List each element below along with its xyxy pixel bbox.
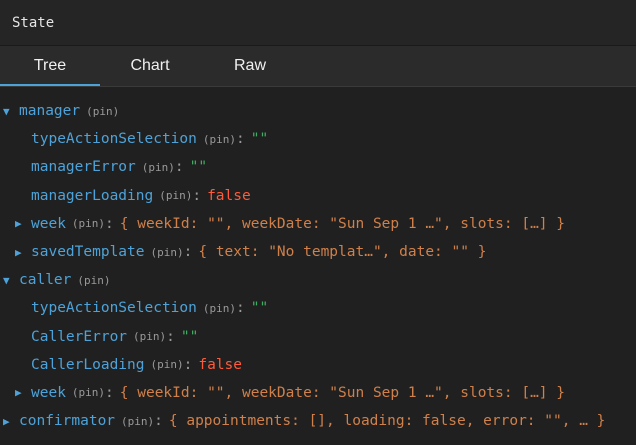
node-key: week xyxy=(31,215,66,232)
pin-button[interactable]: (pin) xyxy=(203,133,236,146)
node-value: "" xyxy=(250,300,269,317)
tree-node-managerError: managerError (pin): "" xyxy=(31,159,208,176)
pin-button[interactable]: (pin) xyxy=(86,105,119,118)
tree-node-managerLoading: managerLoading (pin): false xyxy=(31,187,251,204)
tree-node-CallerError: CallerError (pin): "" xyxy=(31,328,199,345)
pin-button[interactable]: (pin) xyxy=(142,161,175,174)
tree-node-caller[interactable]: ▼ caller (pin) xyxy=(0,266,636,294)
tree-node-savedTemplate[interactable]: ▶ savedTemplate (pin): { text: "No templ… xyxy=(0,238,636,266)
tree-node-caller-week[interactable]: ▶ week (pin): { weekId: "", weekDate: "S… xyxy=(0,379,636,407)
node-key: CallerError xyxy=(31,328,128,345)
pin-button[interactable]: (pin) xyxy=(72,386,105,399)
node-key: managerLoading xyxy=(31,187,154,204)
pin-button[interactable]: (pin) xyxy=(72,217,105,230)
node-key: confirmator xyxy=(19,413,116,430)
node-key: week xyxy=(31,384,66,401)
pin-button[interactable]: (pin) xyxy=(203,302,236,315)
node-key: savedTemplate xyxy=(31,244,145,261)
pin-button[interactable]: (pin) xyxy=(151,246,184,259)
node-key: CallerLoading xyxy=(31,356,145,373)
node-value: { weekId: "", weekDate: "Sun Sep 1 …", s… xyxy=(119,384,565,401)
pin-button[interactable]: (pin) xyxy=(77,274,110,287)
collapsed-arrow-icon[interactable]: ▶ xyxy=(15,386,31,399)
tree-node-confirmator[interactable]: ▶ confirmator (pin): { appointments: [],… xyxy=(0,407,636,435)
pin-button[interactable]: (pin) xyxy=(151,358,184,371)
collapsed-arrow-icon[interactable]: ▶ xyxy=(15,217,31,230)
pin-button[interactable]: (pin) xyxy=(159,189,192,202)
tab-bar: Tree Chart Raw xyxy=(0,46,636,87)
pin-button[interactable]: (pin) xyxy=(121,415,154,428)
expanded-arrow-icon[interactable]: ▼ xyxy=(3,105,19,118)
node-key: manager xyxy=(19,103,81,120)
tab-tree[interactable]: Tree xyxy=(0,46,100,86)
node-value: { appointments: [], loading: false, erro… xyxy=(168,413,606,430)
header-title: State xyxy=(12,14,55,31)
collapsed-arrow-icon[interactable]: ▶ xyxy=(3,415,19,428)
tree-node-manager[interactable]: ▼ manager (pin) xyxy=(0,97,636,125)
pin-button[interactable]: (pin) xyxy=(133,330,166,343)
node-key: typeActionSelection xyxy=(31,300,197,317)
node-value: "" xyxy=(180,328,199,345)
tree-node-manager-week[interactable]: ▶ week (pin): { weekId: "", weekDate: "S… xyxy=(0,210,636,238)
node-key: typeActionSelection xyxy=(31,131,197,148)
tree-node-caller-typeActionSelection: typeActionSelection (pin): "" xyxy=(31,300,269,317)
node-value: "" xyxy=(250,131,269,148)
node-value: false xyxy=(207,187,251,204)
tab-chart[interactable]: Chart xyxy=(100,46,200,86)
node-value: { text: "No templat…", date: "" } xyxy=(198,244,487,261)
collapsed-arrow-icon[interactable]: ▶ xyxy=(15,246,31,259)
state-header: State xyxy=(0,0,636,46)
node-value: { weekId: "", weekDate: "Sun Sep 1 …", s… xyxy=(119,215,565,232)
tree-node-manager-typeActionSelection: typeActionSelection (pin): "" xyxy=(31,131,269,148)
tab-raw[interactable]: Raw xyxy=(200,46,300,86)
node-value: "" xyxy=(189,159,208,176)
node-value: false xyxy=(198,356,243,373)
expanded-arrow-icon[interactable]: ▼ xyxy=(3,274,19,287)
state-tree: ▼ manager (pin) typeActionSelection (pin… xyxy=(0,87,636,435)
tree-node-CallerLoading: CallerLoading (pin): false xyxy=(31,356,243,373)
node-key: managerError xyxy=(31,159,136,176)
node-key: caller xyxy=(19,272,72,289)
